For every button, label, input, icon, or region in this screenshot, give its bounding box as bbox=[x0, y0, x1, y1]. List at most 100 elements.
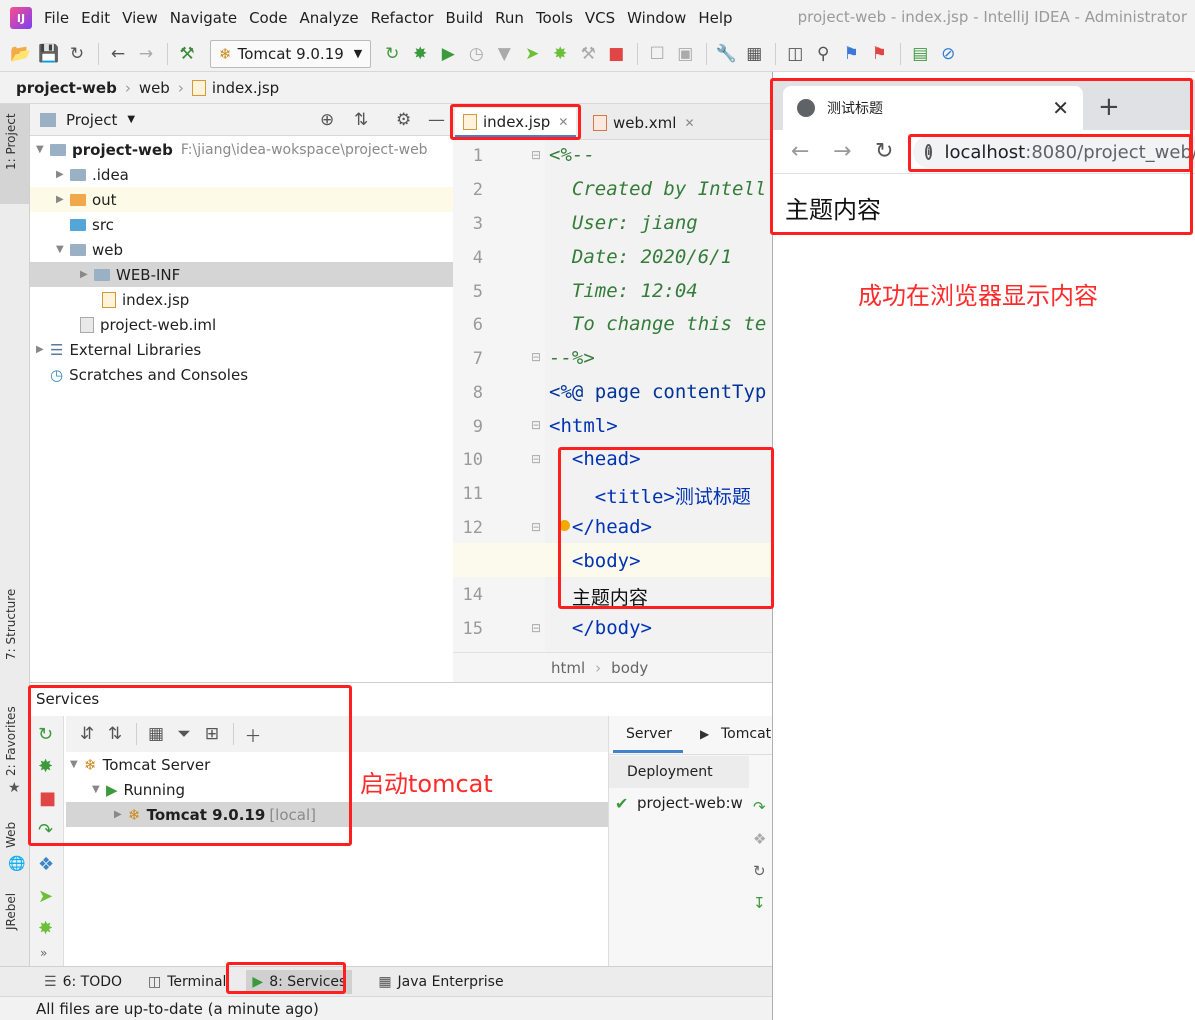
sync-icon[interactable]: ↻ bbox=[64, 41, 90, 67]
deploy-arrow-icon[interactable]: ↷ bbox=[753, 798, 766, 816]
debug-bug-icon[interactable]: ✸ bbox=[407, 41, 433, 67]
menu-edit[interactable]: Edit bbox=[81, 9, 110, 27]
minimize-icon[interactable]: — bbox=[428, 110, 445, 130]
toolbar-separator bbox=[637, 42, 639, 65]
tab-favorites[interactable]: 2: Favorites bbox=[4, 706, 18, 776]
attach-icon[interactable]: ▼ bbox=[491, 41, 517, 67]
translate-google-icon[interactable]: ⚑ bbox=[866, 41, 892, 67]
tree-item-scratches[interactable]: ◷ Scratches and Consoles bbox=[50, 362, 248, 387]
chevron-right-icon[interactable]: ▶ bbox=[56, 194, 70, 205]
menu-window[interactable]: Window bbox=[627, 9, 686, 27]
fold-marker-icon[interactable]: ⊟ bbox=[531, 148, 541, 162]
tree-item-web-inf[interactable]: ▶ WEB-INF bbox=[80, 262, 180, 287]
tool-tab-todo[interactable]: ☰ 6: TODO bbox=[44, 974, 122, 990]
tree-item-external-libraries[interactable]: ▶ ☰ External Libraries bbox=[36, 337, 201, 362]
fold-marker-icon[interactable]: ⊟ bbox=[531, 621, 541, 635]
fold-marker-icon[interactable]: ⊟ bbox=[531, 520, 541, 534]
download-icon[interactable]: ↧ bbox=[753, 894, 766, 912]
editor-breadcrumb-html[interactable]: html bbox=[551, 659, 585, 677]
device-icon[interactable]: ☐ bbox=[644, 41, 670, 67]
tab-project[interactable]: 1: Project bbox=[4, 113, 18, 170]
monitor-chart-icon[interactable]: ▤ bbox=[907, 41, 933, 67]
coverage-icon[interactable]: ▶ bbox=[435, 41, 461, 67]
tool-tab-terminal[interactable]: ◫ Terminal bbox=[148, 974, 226, 990]
breadcrumb-project[interactable]: project-web bbox=[16, 79, 117, 97]
chevron-down-icon[interactable]: ▼ bbox=[56, 244, 70, 255]
fold-marker-icon[interactable]: ⊟ bbox=[531, 350, 541, 364]
project-panel-title[interactable]: Project bbox=[66, 111, 117, 129]
menu-build[interactable]: Build bbox=[446, 9, 484, 27]
menu-navigate[interactable]: Navigate bbox=[170, 9, 237, 27]
breadcrumb-web[interactable]: web bbox=[139, 79, 170, 97]
package-icon[interactable]: ▣ bbox=[672, 41, 698, 67]
collapse-all-icon[interactable]: ⇅ bbox=[354, 110, 368, 130]
deployment-item[interactable]: project-web:w bbox=[637, 794, 743, 812]
project-structure-icon[interactable]: ▦ bbox=[741, 41, 767, 67]
locate-crosshair-icon[interactable]: ⊕ bbox=[320, 110, 334, 130]
tree-item-out[interactable]: ▶ out bbox=[56, 187, 117, 212]
jrebel-debug-icon[interactable]: ✸ bbox=[547, 41, 573, 67]
tab-jrebel[interactable]: JRebel bbox=[4, 893, 18, 930]
menu-analyze[interactable]: Analyze bbox=[299, 9, 358, 27]
no-entry-icon[interactable]: ⊘ bbox=[935, 41, 961, 67]
jrebel-debug-icon[interactable]: ✸ bbox=[38, 918, 53, 939]
code-line: To change this te bbox=[549, 313, 767, 335]
gear-icon[interactable]: ⚙ bbox=[396, 110, 411, 130]
tree-item-project-web[interactable]: ▼ project-web F:\jiang\idea-wokspace\pro… bbox=[36, 137, 428, 162]
menu-code[interactable]: Code bbox=[249, 9, 287, 27]
menu-refactor[interactable]: Refactor bbox=[371, 9, 434, 27]
code-line: Date: 2020/6/1 bbox=[549, 246, 733, 268]
menu-vcs[interactable]: VCS bbox=[585, 9, 615, 27]
stop-icon[interactable]: ■ bbox=[603, 41, 629, 67]
back-arrow-icon[interactable]: ← bbox=[105, 41, 131, 67]
detail-tab-server[interactable]: Server bbox=[626, 726, 672, 742]
chevron-down-icon[interactable]: ▼ bbox=[36, 144, 50, 155]
fold-marker-icon[interactable]: ⊟ bbox=[531, 418, 541, 432]
run-config-dropdown[interactable]: ❄ Tomcat 9.0.19 ▼ bbox=[210, 39, 372, 68]
tree-item-iml[interactable]: project-web.iml bbox=[80, 312, 216, 337]
breadcrumb-file[interactable]: index.jsp bbox=[212, 79, 279, 97]
refresh-icon[interactable]: ↻ bbox=[753, 862, 766, 880]
tree-item-src[interactable]: src bbox=[70, 212, 114, 237]
profile-icon[interactable]: ◷ bbox=[463, 41, 489, 67]
tab-web[interactable]: Web bbox=[4, 822, 18, 848]
terminal-window-icon[interactable]: ◫ bbox=[782, 41, 808, 67]
menu-tools[interactable]: Tools bbox=[536, 9, 573, 27]
more-chevrons-icon[interactable]: » bbox=[40, 946, 47, 960]
tab-structure[interactable]: 7: Structure bbox=[4, 589, 18, 660]
tab-web-xml[interactable]: web.xml ✕ bbox=[585, 108, 703, 138]
chevron-right-icon[interactable]: ▶ bbox=[56, 169, 70, 180]
translate-icon[interactable]: ⚑ bbox=[838, 41, 864, 67]
line-number: 11 bbox=[462, 484, 483, 504]
build-hammer-icon[interactable]: ⚒ bbox=[174, 41, 200, 67]
fold-marker-icon[interactable]: ⊟ bbox=[531, 452, 541, 466]
chevron-right-icon[interactable]: ▶ bbox=[36, 344, 50, 355]
globe-icon: 🌐 bbox=[8, 856, 26, 872]
tree-item-index-jsp[interactable]: index.jsp bbox=[102, 287, 189, 312]
undeploy-icon[interactable]: ❖ bbox=[753, 830, 766, 848]
menu-help[interactable]: Help bbox=[698, 9, 732, 27]
tree-item-idea[interactable]: ▶ .idea bbox=[56, 162, 129, 187]
chevron-right-icon[interactable]: ▶ bbox=[80, 269, 94, 280]
tree-item-web[interactable]: ▼ web bbox=[56, 237, 123, 262]
detail-tab-tomcat[interactable]: Tomcat bbox=[721, 726, 771, 742]
menu-file[interactable]: File bbox=[44, 9, 69, 27]
editor-breadcrumb: html › body bbox=[453, 652, 772, 682]
tool-tab-java-enterprise[interactable]: ▦ Java Enterprise bbox=[378, 974, 503, 990]
menu-run[interactable]: Run bbox=[495, 9, 524, 27]
open-folder-icon[interactable]: 📂 bbox=[8, 41, 34, 67]
close-icon[interactable]: ✕ bbox=[684, 116, 694, 130]
save-icon[interactable]: 💾 bbox=[36, 41, 62, 67]
diamond-icon[interactable]: ❖ bbox=[38, 854, 54, 875]
line-number: 1 bbox=[472, 146, 483, 166]
editor-breadcrumb-body[interactable]: body bbox=[611, 659, 648, 677]
jrebel-run-icon[interactable]: ➤ bbox=[38, 886, 53, 907]
hammer-gray-icon[interactable]: ⚒ bbox=[575, 41, 601, 67]
menu-view[interactable]: View bbox=[122, 9, 158, 27]
rerun-icon[interactable]: ↻ bbox=[379, 41, 405, 67]
wrench-icon[interactable]: 🔧 bbox=[713, 41, 739, 67]
jrebel-run-icon[interactable]: ➤ bbox=[519, 41, 545, 67]
search-icon[interactable]: ⚲ bbox=[810, 41, 836, 67]
forward-arrow-icon[interactable]: → bbox=[133, 41, 159, 67]
chevron-down-icon[interactable]: ▼ bbox=[127, 114, 135, 125]
